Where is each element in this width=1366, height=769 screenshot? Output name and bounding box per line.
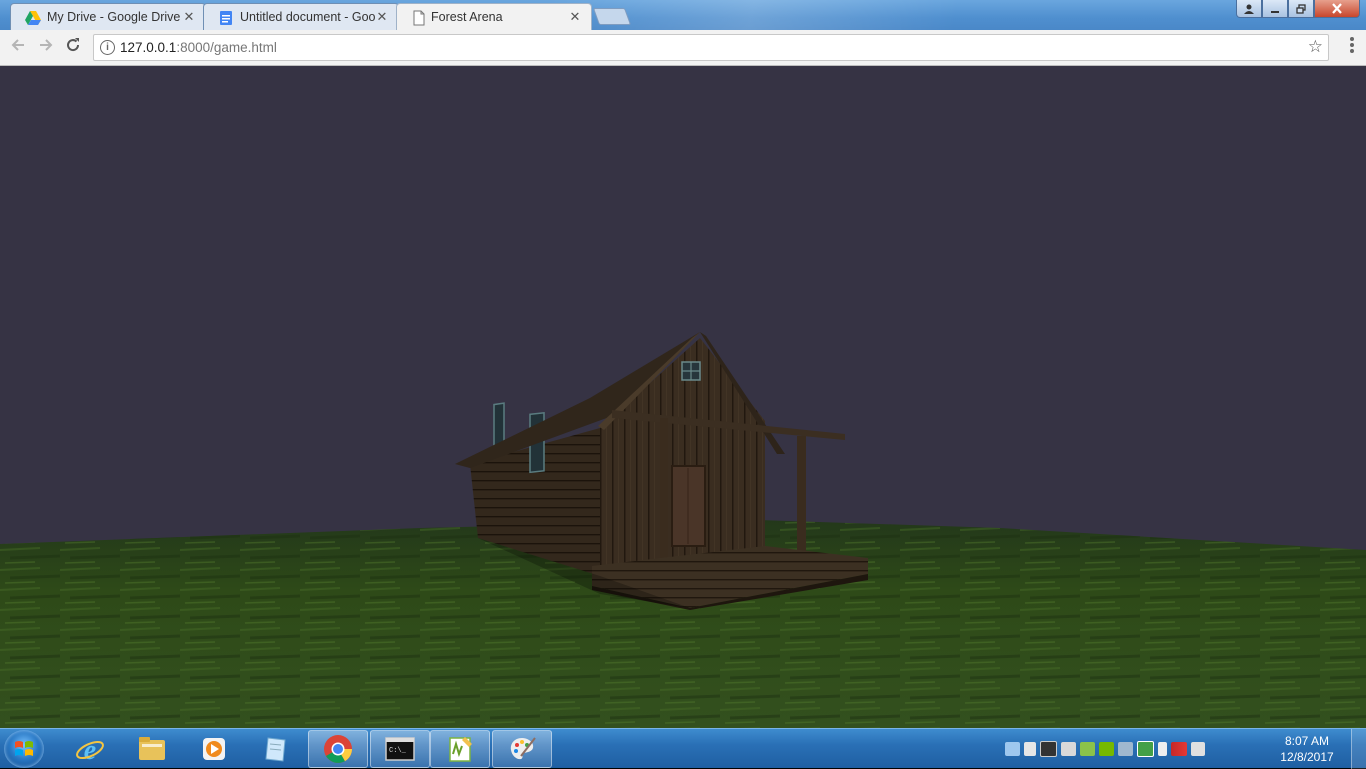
tab-title: My Drive - Google Drive [47,10,181,24]
start-button[interactable] [4,730,44,768]
google-docs-icon [220,11,232,25]
antivirus-shield-icon[interactable] [1137,741,1154,757]
minimize-button[interactable] [1262,0,1288,18]
media-player-icon [203,738,225,760]
security-check-icon[interactable] [1080,742,1095,756]
tray-app-icon[interactable] [1040,741,1057,757]
action-center-flag-icon[interactable] [1024,742,1036,756]
close-window-button[interactable] [1314,0,1360,18]
forward-button[interactable] [36,37,56,57]
clock-date: 12/8/2017 [1280,750,1334,764]
volume-muted-icon[interactable] [1191,742,1205,756]
show-desktop-button[interactable] [1351,729,1366,769]
display-icon[interactable] [1061,742,1076,756]
tray-tool-icon[interactable] [1118,742,1133,756]
internet-explorer-icon: e [76,735,104,765]
close-tab-icon[interactable]: ✕ [182,9,196,25]
porch-post [660,418,668,568]
taskbar-media-player[interactable] [184,730,244,768]
game-scene[interactable] [0,66,1366,728]
game-canvas[interactable] [0,66,1366,728]
google-drive-icon [25,11,41,25]
porch-post [797,436,806,554]
svg-text:C:\_: C:\_ [389,747,407,755]
info-icon[interactable]: i [100,40,115,55]
close-tab-icon[interactable]: ✕ [568,9,582,25]
taskbar-paint[interactable] [492,730,552,768]
back-button[interactable] [8,37,28,57]
windows-taskbar: e C:\_ 8:07 AM 12/8/2017 [0,728,1366,769]
battery-icon[interactable] [1158,742,1167,756]
windows-logo-icon [15,741,33,756]
page-icon [413,10,425,26]
tab-title: Forest Arena [431,10,503,24]
folder-icon [139,737,165,760]
taskbar-internet-explorer[interactable]: e [60,730,120,768]
command-prompt-icon: C:\_ [385,737,415,761]
notepad-plus-plus-icon [449,737,472,762]
window-controls [1236,0,1360,19]
bookmark-star-icon[interactable]: ☆ [1308,37,1323,57]
back-arrow-icon [11,39,24,51]
taskbar-notepad-plus-plus[interactable] [430,730,490,768]
taskbar-google-chrome[interactable] [308,730,368,768]
chrome-menu-icon[interactable] [1350,37,1354,55]
system-clock[interactable]: 8:07 AM 12/8/2017 [1272,733,1342,765]
reload-icon [67,38,80,52]
chrome-icon [324,735,352,763]
paint-palette-icon [510,737,536,760]
address-bar[interactable]: i 127.0.0.1:8000/game.html ☆ [93,34,1329,61]
reload-button[interactable] [63,37,83,57]
browser-tab-strip: My Drive - Google Drive ✕ Untitled docum… [0,0,1366,30]
tab-google-drive[interactable]: My Drive - Google Drive ✕ [10,3,206,30]
close-tab-icon[interactable]: ✕ [375,9,389,25]
taskbar-file-explorer[interactable] [122,730,182,768]
clock-time: 8:07 AM [1284,734,1330,748]
taskbar-command-prompt[interactable]: C:\_ [370,730,430,768]
restore-button[interactable] [1288,0,1314,18]
browser-toolbar: i 127.0.0.1:8000/game.html ☆ [0,30,1366,66]
new-tab-button[interactable] [592,8,632,25]
nvidia-icon[interactable] [1099,742,1114,756]
profile-icon[interactable] [1236,0,1262,18]
svg-text:e: e [84,735,96,765]
forward-arrow-icon [40,39,53,51]
signal-strength-icon[interactable] [1171,742,1187,756]
tab-forest-arena[interactable]: Forest Arena ✕ [396,3,592,30]
url-text[interactable]: 127.0.0.1:8000/game.html [120,40,277,55]
tab-untitled-document[interactable]: Untitled document - Goo ✕ [203,3,399,30]
tab-title: Untitled document - Goo [240,10,375,24]
system-tray [1005,739,1205,759]
notepad-icon [265,737,286,762]
taskbar-notepad[interactable] [246,730,306,768]
network-share-icon[interactable] [1005,742,1020,756]
